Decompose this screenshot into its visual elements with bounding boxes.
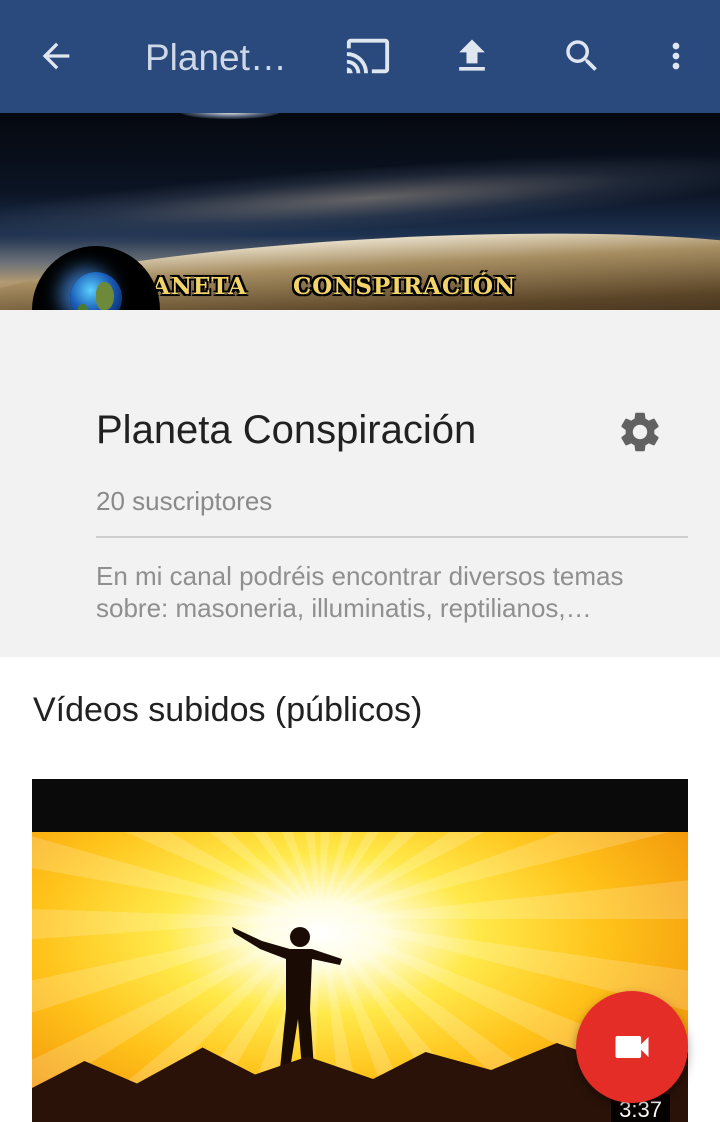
- divider: [96, 536, 688, 538]
- person-silhouette: [232, 927, 342, 1069]
- banner-text-right: CONSPIRACIÓN: [293, 273, 517, 300]
- channel-description[interactable]: En mi canal podréis encontrar diversos t…: [96, 560, 688, 624]
- more-vert-icon: [672, 42, 680, 70]
- upload-icon: [459, 39, 485, 71]
- videocam-icon: [615, 1036, 649, 1058]
- record-video-button[interactable]: [576, 991, 688, 1103]
- more-options-button[interactable]: [652, 32, 700, 80]
- search-icon: [566, 40, 597, 71]
- arrow-left-icon: [42, 42, 70, 70]
- channel-name: Planeta Conspiración: [96, 408, 477, 452]
- app-bar: Planet…: [0, 0, 720, 113]
- page-title: Planet…: [145, 37, 287, 78]
- settings-button[interactable]: [612, 404, 668, 460]
- subscriber-count: 20 suscriptores: [96, 486, 273, 516]
- search-button[interactable]: [558, 32, 606, 80]
- back-button[interactable]: [32, 32, 80, 80]
- uploaded-videos-heading: Vídeos subidos (públicos): [33, 691, 423, 729]
- banner-text-left: ANETA: [152, 273, 248, 300]
- upload-button[interactable]: [448, 32, 496, 80]
- channel-info: Planeta Conspiración 20 suscriptores En …: [0, 310, 720, 657]
- gear-icon: [621, 412, 659, 452]
- cast-button[interactable]: [344, 32, 392, 80]
- cast-icon: [346, 38, 390, 74]
